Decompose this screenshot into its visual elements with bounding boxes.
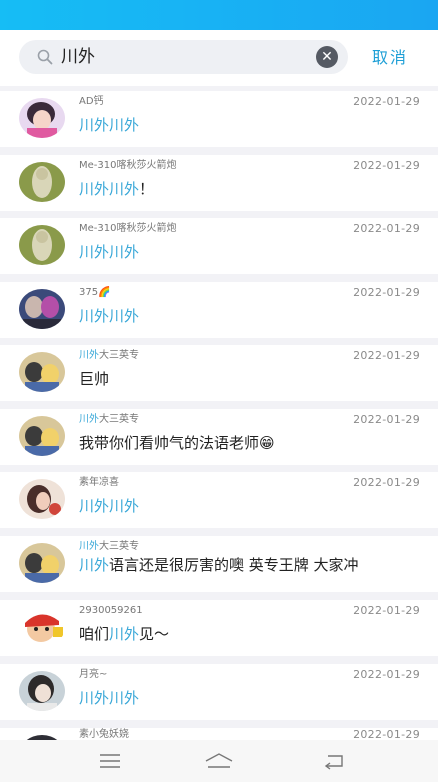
message-text: 我带你们看帅气的法语老师😁 — [79, 434, 275, 452]
sender-name: 375🌈 — [79, 287, 111, 298]
sender-name: 素小兔妖娆 — [79, 729, 129, 740]
result-item[interactable]: Me-310喀秋莎火箭炮 2022-01-29 川外川外！ — [0, 155, 438, 211]
avatar — [19, 479, 65, 519]
avatar — [19, 162, 65, 202]
result-item[interactable]: 375🌈 2022-01-29 川外川外 — [0, 282, 438, 338]
avatar — [19, 671, 65, 711]
message-date: 2022-01-29 — [353, 349, 420, 362]
message-date: 2022-01-29 — [353, 728, 420, 740]
sender-name: 川外大三英专 — [79, 414, 139, 425]
search-input[interactable]: 川外 ✕ — [19, 40, 348, 74]
result-item[interactable]: 川外大三英专 川外语言还是很厉害的噢 英专王牌 大家冲 — [0, 536, 438, 592]
back-icon[interactable] — [322, 752, 346, 770]
sender-name: 2930059261 — [79, 605, 143, 616]
search-icon — [37, 49, 53, 65]
system-nav-bar — [0, 740, 438, 782]
message-date: 2022-01-29 — [353, 286, 420, 299]
message-date: 2022-01-29 — [353, 604, 420, 617]
menu-icon[interactable] — [98, 752, 122, 770]
result-item[interactable]: Me-310喀秋莎火箭炮 2022-01-29 川外川外 — [0, 218, 438, 274]
sender-name: Me-310喀秋莎火箭炮 — [79, 223, 177, 234]
message-text: 川外语言还是很厉害的噢 英专王牌 大家冲 — [79, 556, 359, 574]
avatar — [19, 352, 65, 392]
avatar — [19, 543, 65, 583]
home-icon[interactable] — [204, 752, 234, 770]
message-text: 巨帅 — [79, 370, 110, 388]
sender-name: 月亮~ — [79, 669, 108, 680]
result-item[interactable]: 川外大三英专 2022-01-29 我带你们看帅气的法语老师😁 — [0, 409, 438, 465]
message-date: 2022-01-29 — [353, 222, 420, 235]
status-bar — [0, 0, 438, 30]
message-date: 2022-01-29 — [353, 413, 420, 426]
result-item[interactable]: 素小兔妖娆 2022-01-29 — [0, 728, 438, 740]
result-item[interactable]: AD钙 2022-01-29 川外川外 — [0, 91, 438, 147]
cancel-button[interactable]: 取消 — [372, 47, 408, 69]
message-date: 2022-01-29 — [353, 476, 420, 489]
sender-name: Me-310喀秋莎火箭炮 — [79, 160, 177, 171]
clear-search-icon[interactable]: ✕ — [316, 46, 338, 68]
sender-name: 川外大三英专 — [79, 350, 139, 361]
avatar — [19, 225, 65, 265]
sender-name: 川外大三英专 — [79, 541, 139, 552]
search-header: 川外 ✕ 取消 — [0, 30, 438, 86]
sender-name: AD钙 — [79, 96, 104, 107]
message-text: 咱们川外见～ — [79, 625, 170, 643]
result-item[interactable]: 2930059261 2022-01-29 咱们川外见～ — [0, 600, 438, 656]
avatar — [19, 607, 65, 647]
message-date: 2022-01-29 — [353, 159, 420, 172]
result-item[interactable]: 川外大三英专 2022-01-29 巨帅 — [0, 345, 438, 401]
message-date: 2022-01-29 — [353, 95, 420, 108]
message-text: 川外川外 — [79, 307, 140, 325]
search-query-text: 川外 — [61, 47, 95, 67]
avatar — [19, 416, 65, 456]
sender-name: 素年凉喜 — [79, 477, 119, 488]
message-text: 川外川外 — [79, 116, 140, 134]
message-text: 川外川外 — [79, 497, 140, 515]
avatar — [19, 289, 65, 329]
avatar — [19, 98, 65, 138]
result-item[interactable]: 月亮~ 2022-01-29 川外川外 — [0, 664, 438, 720]
result-item[interactable]: 素年凉喜 2022-01-29 川外川外 — [0, 472, 438, 528]
message-text: 川外川外！ — [79, 180, 155, 198]
message-date: 2022-01-29 — [353, 668, 420, 681]
message-text: 川外川外 — [79, 689, 140, 707]
message-text: 川外川外 — [79, 243, 140, 261]
